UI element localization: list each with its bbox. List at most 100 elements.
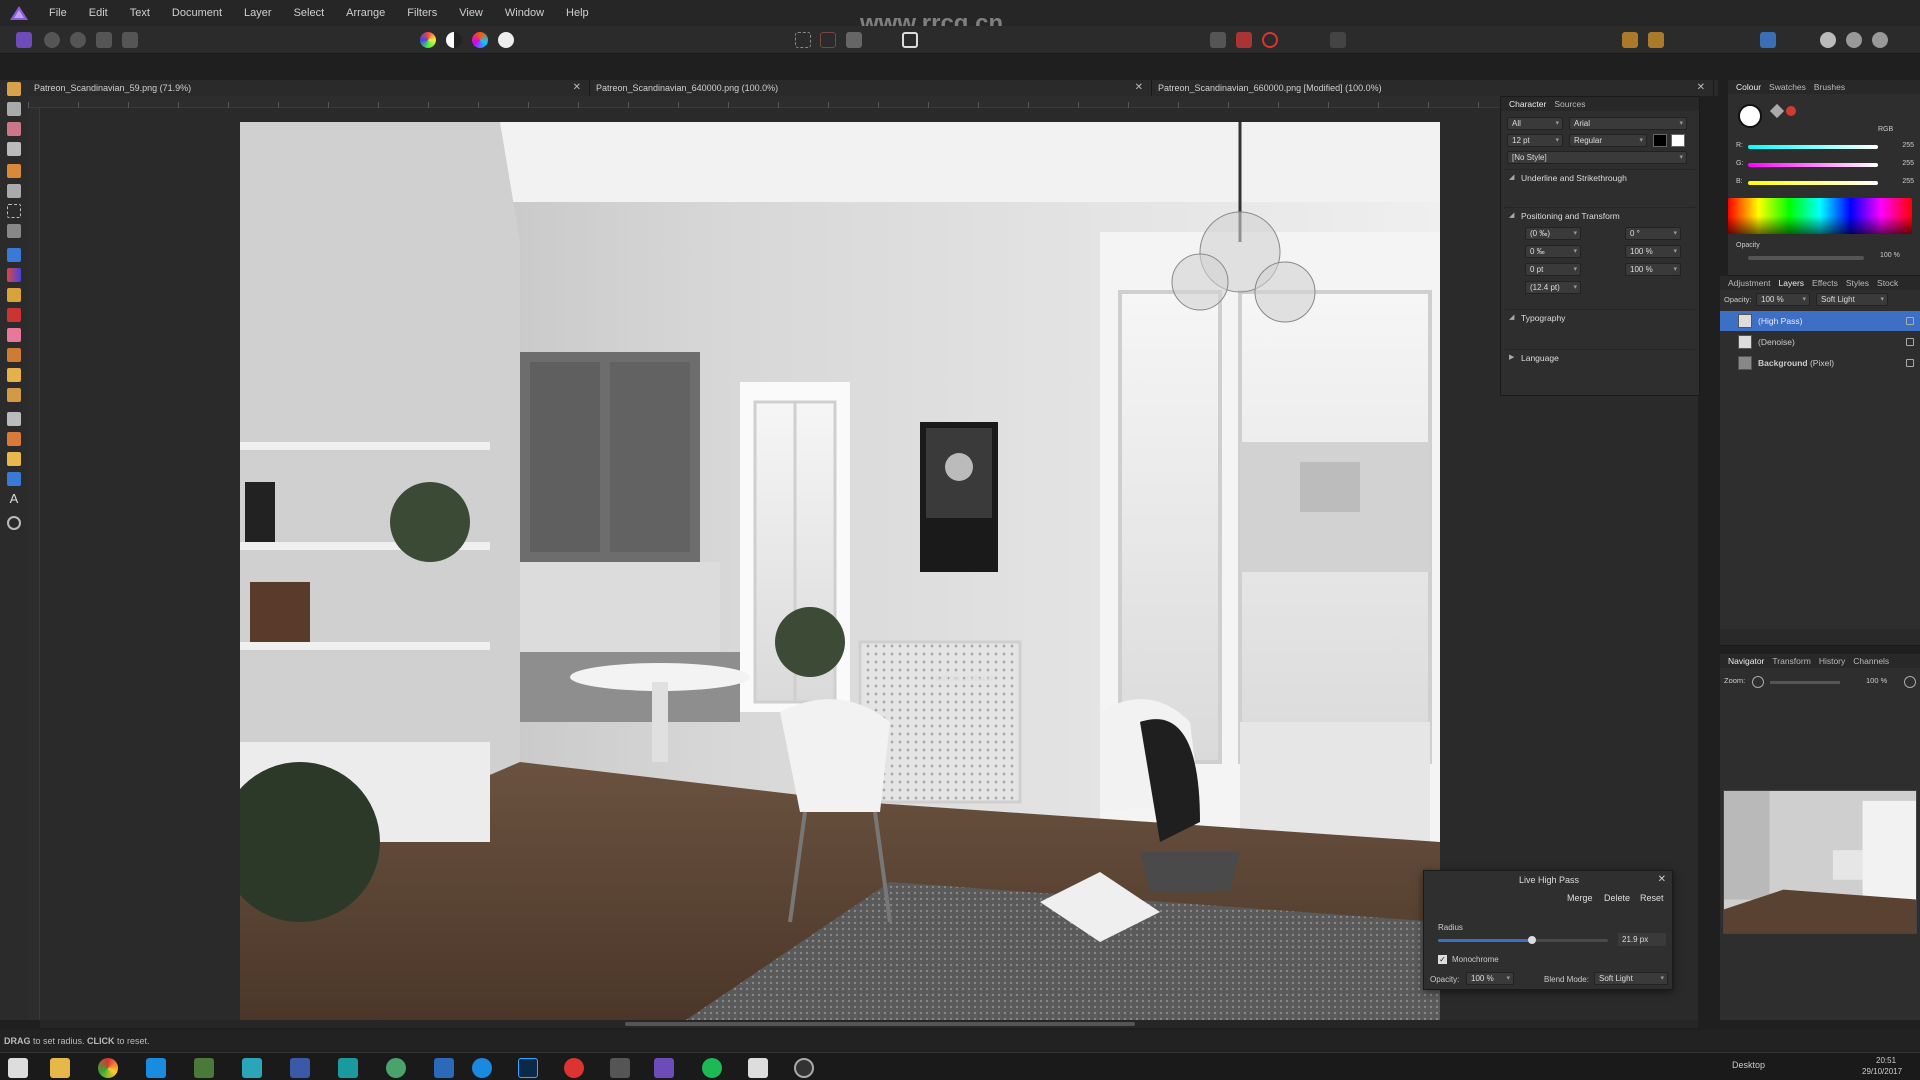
clone-brush-tool-icon[interactable]	[7, 368, 21, 382]
font-size-select[interactable]: 12 pt	[1507, 134, 1563, 147]
document-tab-3[interactable]: Patreon_Scandinavian_660000.png [Modifie…	[1152, 80, 1714, 96]
layer-row-high-pass[interactable]: (High Pass)	[1720, 311, 1920, 331]
zoom-tool-icon[interactable]	[7, 516, 21, 530]
layer-visibility-checkbox[interactable]	[1906, 359, 1914, 367]
font-style-select[interactable]: Regular	[1569, 134, 1647, 147]
auto-white-balance-icon[interactable]	[498, 32, 514, 48]
tab-history[interactable]: History	[1819, 656, 1845, 666]
chrome-icon[interactable]	[98, 1058, 118, 1078]
green-slider[interactable]: G: 255	[1736, 160, 1914, 170]
photo-persona-icon[interactable]	[16, 32, 32, 48]
reset-button[interactable]: Reset	[1640, 893, 1664, 903]
menu-view[interactable]: View	[448, 7, 494, 19]
close-tab-icon[interactable]: ✕	[1697, 80, 1705, 96]
marquee-tool-icon[interactable]	[7, 204, 21, 218]
selection-marquee-icon[interactable]	[795, 32, 811, 48]
menu-filters[interactable]: Filters	[396, 7, 448, 19]
assistant-icon[interactable]	[1236, 32, 1252, 48]
font-family-select[interactable]: Arial	[1569, 117, 1687, 130]
arrange-back-icon[interactable]	[1648, 32, 1664, 48]
app-icon-3[interactable]	[290, 1058, 310, 1078]
menu-help[interactable]: Help	[555, 7, 600, 19]
document-tab-1[interactable]: Patreon_Scandinavian_59.png (71.9%) ✕	[28, 80, 590, 96]
inpainting-brush-tool-icon[interactable]	[7, 388, 21, 402]
section-underline[interactable]: ◢ Underline and Strikethrough	[1505, 169, 1695, 185]
opacity-value[interactable]: 100 %	[1880, 252, 1900, 259]
horizontal-scrollbar[interactable]	[40, 1020, 1698, 1028]
skype-icon[interactable]	[146, 1058, 166, 1078]
grid-snapping-icon[interactable]	[1210, 32, 1226, 48]
app-icon-6[interactable]	[434, 1058, 454, 1078]
text-tool-icon[interactable]: A	[7, 492, 21, 506]
selection-brush-tool-icon[interactable]	[7, 164, 21, 178]
selection-invert-icon[interactable]	[846, 32, 862, 48]
kerning-field[interactable]: (0 ‰)	[1525, 227, 1581, 240]
dodge-brush-tool-icon[interactable]	[7, 348, 21, 362]
section-typography[interactable]: ◢ Typography	[1505, 309, 1695, 325]
document-tab-2[interactable]: Patreon_Scandinavian_640000.png (100.0%)…	[590, 80, 1152, 96]
layer-blend-mode-select[interactable]: Soft Light	[1816, 293, 1888, 306]
delete-button[interactable]: Delete	[1604, 893, 1630, 903]
close-tab-icon[interactable]: ✕	[573, 80, 581, 96]
zoom-slider[interactable]	[1770, 681, 1840, 684]
snapping-magnet-icon[interactable]	[1262, 32, 1278, 48]
info-icon[interactable]	[1330, 32, 1346, 48]
menu-arrange[interactable]: Arrange	[335, 7, 396, 19]
desktop-label[interactable]: Desktop	[1732, 1060, 1765, 1070]
dialog-opacity-select[interactable]: 100 %	[1466, 972, 1514, 985]
freehand-select-tool-icon[interactable]	[7, 224, 21, 238]
app-icon-9[interactable]	[610, 1058, 630, 1078]
zoom-value[interactable]: 100 %	[1866, 676, 1887, 685]
opacity-slider[interactable]	[1748, 256, 1864, 260]
tab-styles[interactable]: Styles	[1846, 278, 1869, 288]
layer-opacity-select[interactable]: 100 %	[1756, 293, 1810, 306]
colour-replacement-tool-icon[interactable]	[7, 308, 21, 322]
tab-adjustment[interactable]: Adjustment	[1728, 278, 1771, 288]
close-tab-icon[interactable]: ✕	[1135, 80, 1143, 96]
gradient-tool-icon[interactable]	[7, 268, 21, 282]
radius-value[interactable]: 21.9 px	[1618, 933, 1666, 946]
auto-levels-icon[interactable]	[420, 32, 436, 48]
crop-tool-icon[interactable]	[7, 142, 21, 156]
menu-file[interactable]: File	[38, 7, 78, 19]
paragraph-style-select[interactable]: [No Style]	[1507, 151, 1687, 164]
shape-tool-icon[interactable]	[7, 472, 21, 486]
merge-button[interactable]: Merge	[1567, 893, 1593, 903]
blue-slider[interactable]: B: 255	[1736, 178, 1914, 188]
leading-field[interactable]: (12.4 pt)	[1525, 281, 1581, 294]
tab-transform[interactable]: Transform	[1772, 656, 1810, 666]
pen-tool-icon[interactable]	[7, 452, 21, 466]
export-persona-icon[interactable]	[122, 32, 138, 48]
tab-layers[interactable]: Layers	[1779, 278, 1805, 288]
tab-channels[interactable]: Channels	[1853, 656, 1889, 666]
erase-brush-tool-icon[interactable]	[7, 328, 21, 342]
tone-mapping-persona-icon[interactable]	[96, 32, 112, 48]
auto-colour-icon[interactable]	[472, 32, 488, 48]
tab-brushes[interactable]: Brushes	[1814, 82, 1845, 92]
app-icon-5[interactable]	[386, 1058, 406, 1078]
develop-persona-icon[interactable]	[70, 32, 86, 48]
zoom-in-icon[interactable]	[1904, 676, 1916, 688]
app-icon-7[interactable]	[472, 1058, 492, 1078]
radius-slider-knob[interactable]	[1527, 936, 1536, 944]
menu-text[interactable]: Text	[119, 7, 161, 19]
menu-layer[interactable]: Layer	[233, 7, 283, 19]
primary-colour-well[interactable]	[1738, 104, 1762, 128]
app-icon-10[interactable]	[794, 1058, 814, 1078]
mail-icon[interactable]	[748, 1058, 768, 1078]
liquify-persona-icon[interactable]	[44, 32, 60, 48]
blur-brush-tool-icon[interactable]	[7, 412, 21, 426]
selection-subtract-icon[interactable]	[820, 32, 836, 48]
tracking-field[interactable]: 0 ‰	[1525, 245, 1581, 258]
layer-row-background[interactable]: Background (Pixel)	[1720, 353, 1920, 373]
auto-contrast-icon[interactable]	[446, 32, 462, 48]
section-language[interactable]: ▶ Language	[1505, 349, 1695, 365]
menu-select[interactable]: Select	[283, 7, 336, 19]
tab-navigator[interactable]: Navigator	[1728, 656, 1764, 666]
app-icon-8[interactable]	[564, 1058, 584, 1078]
paint-brush-tool-icon[interactable]	[7, 288, 21, 302]
radius-slider[interactable]	[1438, 936, 1608, 944]
scrollbar-thumb[interactable]	[625, 1022, 1135, 1026]
arrange-forward-icon[interactable]	[1622, 32, 1638, 48]
no-colour-icon[interactable]	[1786, 106, 1796, 116]
